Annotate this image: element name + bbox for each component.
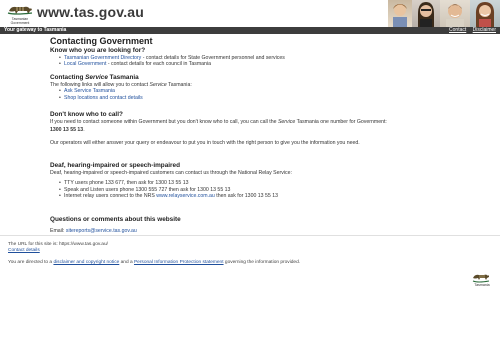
photo-man bbox=[440, 0, 470, 27]
questions-heading: Questions or comments about this website bbox=[50, 216, 181, 223]
list-item-text: - contact details for each council in Ta… bbox=[106, 61, 211, 68]
dont-know-text: If you need to contact someone within Go… bbox=[50, 119, 387, 125]
section-deaf: Deaf, hearing-impaired or speech-impaire… bbox=[50, 162, 470, 200]
footer-divider bbox=[0, 235, 500, 236]
contact-link[interactable]: Contact bbox=[449, 27, 466, 33]
service-tasmania-list: Ask Service Tasmania Shop locations and … bbox=[59, 88, 470, 102]
footer-notice: You are directed to a disclaimer and cop… bbox=[8, 260, 301, 265]
tasmanian-government-logo[interactable]: Tasmanian Government bbox=[2, 1, 38, 27]
deaf-intro: Deaf, hearing-impaired or speech-impaire… bbox=[50, 170, 292, 176]
header-photo-strip bbox=[388, 0, 500, 27]
privacy-statement-link[interactable]: Personal Information Protection statemen… bbox=[134, 260, 224, 265]
photo-child bbox=[388, 0, 412, 27]
footer-contact: Contact details bbox=[8, 248, 40, 254]
section-dont-know: Don't know who to call? If you need to c… bbox=[50, 111, 470, 146]
list-item: Shop locations and contact details bbox=[59, 95, 470, 102]
photo-girl bbox=[470, 0, 500, 27]
email-link[interactable]: sitereports@service.tas.gov.au bbox=[66, 228, 137, 234]
section-looking-for: Know who you are looking for? Tasmanian … bbox=[50, 47, 470, 68]
dont-know-heading: Don't know who to call? bbox=[50, 111, 123, 118]
relay-service-link[interactable]: www.relayservice.com.au bbox=[156, 193, 215, 199]
looking-for-list: Tasmanian Government Directory - contact… bbox=[59, 55, 470, 68]
ask-service-tasmania-link[interactable]: Ask Service Tasmania bbox=[64, 88, 115, 94]
deaf-heading: Deaf, hearing-impaired or speech-impaire… bbox=[50, 162, 180, 169]
government-directory-link[interactable]: Tasmanian Government Directory bbox=[64, 55, 141, 61]
government-phone-number: 1300 13 55 13. bbox=[50, 127, 85, 134]
page-title: Contacting Government bbox=[50, 36, 153, 46]
site-url-title: www.tas.gov.au bbox=[37, 4, 145, 20]
email-line: Email: sitereports@service.tas.gov.au bbox=[50, 228, 137, 234]
list-item: Local Government - contact details for e… bbox=[59, 61, 470, 68]
footer-contact-link[interactable]: Contact details bbox=[8, 248, 40, 253]
operators-text: Our operators will either answer your qu… bbox=[50, 139, 360, 146]
main-content: Contacting Government Know who you are l… bbox=[50, 35, 470, 234]
disclaimer-link[interactable]: Disclaimer bbox=[473, 27, 496, 33]
disclaimer-copyright-link[interactable]: disclaimer and copyright notice bbox=[53, 260, 119, 265]
local-government-link[interactable]: Local Government bbox=[64, 61, 106, 67]
photo-woman bbox=[412, 0, 440, 27]
site-header: Tasmanian Government www.tas.gov.au bbox=[0, 0, 500, 27]
tagline-text: Your gateway to Tasmania bbox=[4, 27, 67, 33]
tasmania-logo-caption: Tasmania bbox=[474, 283, 490, 287]
list-item-text: - contact details for State Government p… bbox=[141, 55, 285, 61]
service-tasmania-heading: Contacting Service Tasmania bbox=[50, 74, 139, 81]
section-service-tasmania: Contacting Service Tasmania The followin… bbox=[50, 74, 470, 102]
shop-locations-link[interactable]: Shop locations and contact details bbox=[64, 95, 143, 101]
section-questions: Questions or comments about this website… bbox=[50, 216, 470, 234]
list-item: Internet relay users connect to the NRS … bbox=[59, 193, 470, 200]
looking-for-heading: Know who you are looking for? bbox=[50, 47, 146, 54]
logo-caption: Tasmanian Government bbox=[10, 17, 30, 25]
tasmanian-tiger-icon bbox=[7, 6, 33, 15]
deaf-list: TTY users phone 133 677, then ask for 13… bbox=[59, 180, 470, 200]
utility-links: Contact Disclaimer bbox=[444, 27, 496, 34]
tagline-bar: Your gateway to Tasmania Contact Disclai… bbox=[0, 27, 500, 34]
